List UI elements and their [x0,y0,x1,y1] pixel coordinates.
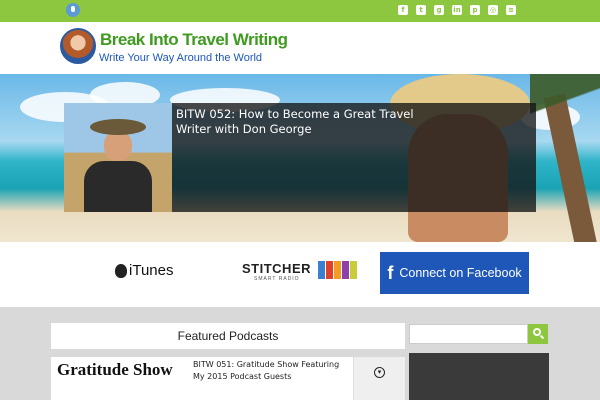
palm-leaves-image [530,74,600,242]
avatar[interactable] [60,28,96,64]
stitcher-bar [326,261,333,279]
apple-icon [115,263,127,278]
search-input[interactable] [409,324,528,344]
facebook-icon: f [387,262,394,283]
sidebar-widget [409,353,549,400]
stitcher-bar [342,261,349,279]
featured-post-card[interactable]: BITW 052: How to Become a Great Travel W… [64,103,536,212]
site-tagline: Write Your Way Around the World [99,52,263,64]
featured-podcasts-heading: Featured Podcasts [51,323,405,349]
connect-facebook-button[interactable]: f Connect on Facebook [380,252,529,294]
search-icon-handle [539,334,545,340]
post-thumbnail[interactable] [64,103,172,212]
episode-thumbnail[interactable]: Gratitude Show [53,359,187,400]
stitcher-bar [334,261,341,279]
stitcher-logo-icon[interactable] [318,261,357,279]
stitcher-bar [318,261,325,279]
facebook-icon[interactable]: f [398,5,408,15]
rss-icon[interactable]: ≋ [506,5,516,15]
thumbnail-figure-hat [90,119,146,135]
microphone-icon [66,3,80,17]
site-title[interactable]: Break Into Travel Writing [100,30,288,50]
site-header: Break Into Travel Writing Write Your Way… [0,22,600,74]
top-bar: f t g in p ◎ ≋ [0,0,600,22]
stitcher-label: STITCHER [242,261,311,276]
google-plus-icon[interactable]: g [434,5,444,15]
linkedin-icon[interactable]: in [452,5,462,15]
circle-arrow-down-icon: ▾ [374,367,385,378]
thumbnail-figure-face [104,131,132,161]
list-item[interactable]: Gratitude Show BITW 051: Gratitude Show … [51,357,405,400]
episode-expand-button[interactable]: ▾ [353,357,405,400]
connect-facebook-label: Connect on Facebook [399,266,522,280]
episode-thumbnail-text: Gratitude Show [57,360,173,379]
social-links: f t g in p ◎ ≋ [398,5,516,15]
itunes-label: iTunes [129,262,174,279]
thumbnail-figure-body [84,161,152,212]
post-title-link[interactable]: BITW 052: How to Become a Great Travel W… [176,107,416,137]
itunes-link[interactable]: iTunes [115,262,173,279]
instagram-icon[interactable]: ◎ [488,5,498,15]
twitter-icon[interactable]: t [416,5,426,15]
podcast-links-row: iTunes STITCHER SMART RADIO f Connect on… [0,242,600,307]
stitcher-sub-label: SMART RADIO [254,276,300,282]
search-button[interactable] [528,324,548,344]
stitcher-link[interactable]: STITCHER SMART RADIO [242,261,311,282]
episode-title-link[interactable]: BITW 051: Gratitude Show Featuring My 20… [193,359,351,383]
pinterest-icon[interactable]: p [470,5,480,15]
stitcher-bar [350,261,357,279]
content-area: Featured Podcasts Gratitude Show BITW 05… [0,307,600,400]
